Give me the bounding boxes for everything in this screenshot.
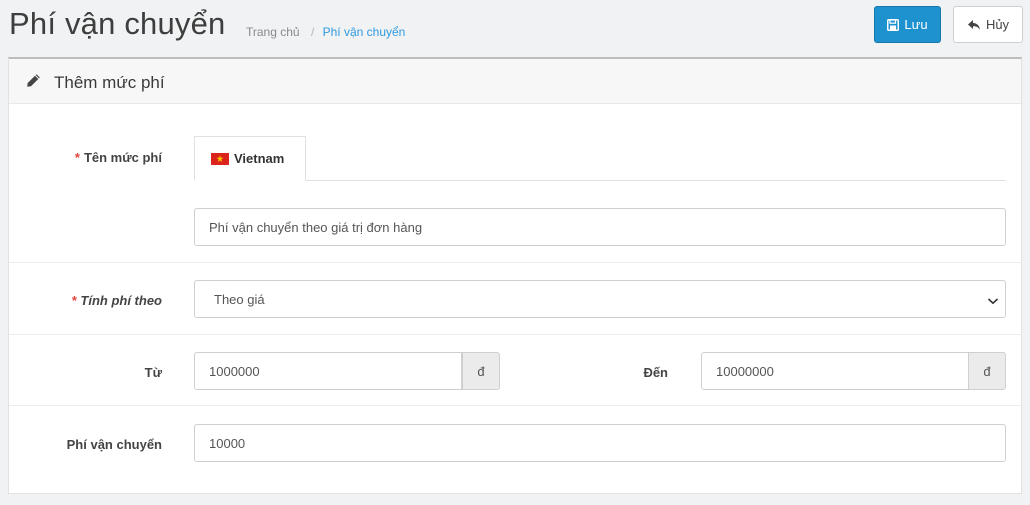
save-button[interactable]: Lưu bbox=[874, 6, 941, 43]
breadcrumb: Trang chủ / Phí vận chuyển bbox=[246, 25, 405, 39]
divider bbox=[9, 405, 1021, 406]
breadcrumb-current[interactable]: Phí vận chuyển bbox=[323, 25, 406, 39]
required-mark: * bbox=[74, 150, 80, 165]
required-mark: * bbox=[71, 293, 77, 308]
fee-input[interactable]: 10000 bbox=[194, 424, 1006, 462]
name-input[interactable]: Phí vận chuyển theo giá trị đơn hàng bbox=[194, 208, 1006, 246]
charge-by-select[interactable]: Theo giá bbox=[194, 280, 1006, 318]
charge-by-selected: Theo giá bbox=[214, 291, 265, 307]
page-title: Phí vận chuyển bbox=[9, 6, 226, 41]
panel-heading: Thêm mức phí bbox=[9, 59, 1021, 104]
pencil-icon bbox=[26, 73, 41, 93]
tab-underline bbox=[306, 180, 1006, 181]
charge-by-label: * Tính phí theo bbox=[71, 293, 162, 308]
vietnam-flag-icon bbox=[211, 152, 229, 165]
from-input[interactable]: 1000000 bbox=[194, 352, 462, 390]
breadcrumb-separator: / bbox=[310, 25, 315, 39]
panel-title: Thêm mức phí bbox=[54, 73, 165, 92]
fee-label: Phí vận chuyển bbox=[66, 437, 162, 452]
cancel-button[interactable]: Hủy bbox=[953, 6, 1023, 43]
tab-vietnam[interactable]: Vietnam bbox=[194, 136, 306, 181]
page-header: Phí vận chuyển Trang chủ / Phí vận chuyể… bbox=[0, 0, 1030, 56]
chevron-down-icon bbox=[987, 294, 999, 309]
from-currency-addon: đ bbox=[462, 352, 500, 390]
save-button-label: Lưu bbox=[904, 17, 928, 32]
name-label: * Tên mức phí bbox=[74, 150, 162, 165]
from-label: Từ bbox=[144, 365, 162, 380]
tab-vietnam-label: Vietnam bbox=[234, 151, 285, 166]
to-label: Đến bbox=[643, 365, 668, 380]
to-input[interactable]: 10000000 bbox=[701, 352, 969, 390]
divider bbox=[9, 334, 1021, 335]
breadcrumb-home[interactable]: Trang chủ bbox=[246, 25, 300, 39]
save-icon bbox=[887, 18, 900, 31]
reply-icon bbox=[967, 19, 981, 31]
form-panel: Thêm mức phí * Tên mức phí Vietnam Phí vậ… bbox=[8, 57, 1022, 494]
to-currency-addon: đ bbox=[968, 352, 1006, 390]
divider bbox=[9, 262, 1021, 263]
cancel-button-label: Hủy bbox=[985, 17, 1010, 32]
